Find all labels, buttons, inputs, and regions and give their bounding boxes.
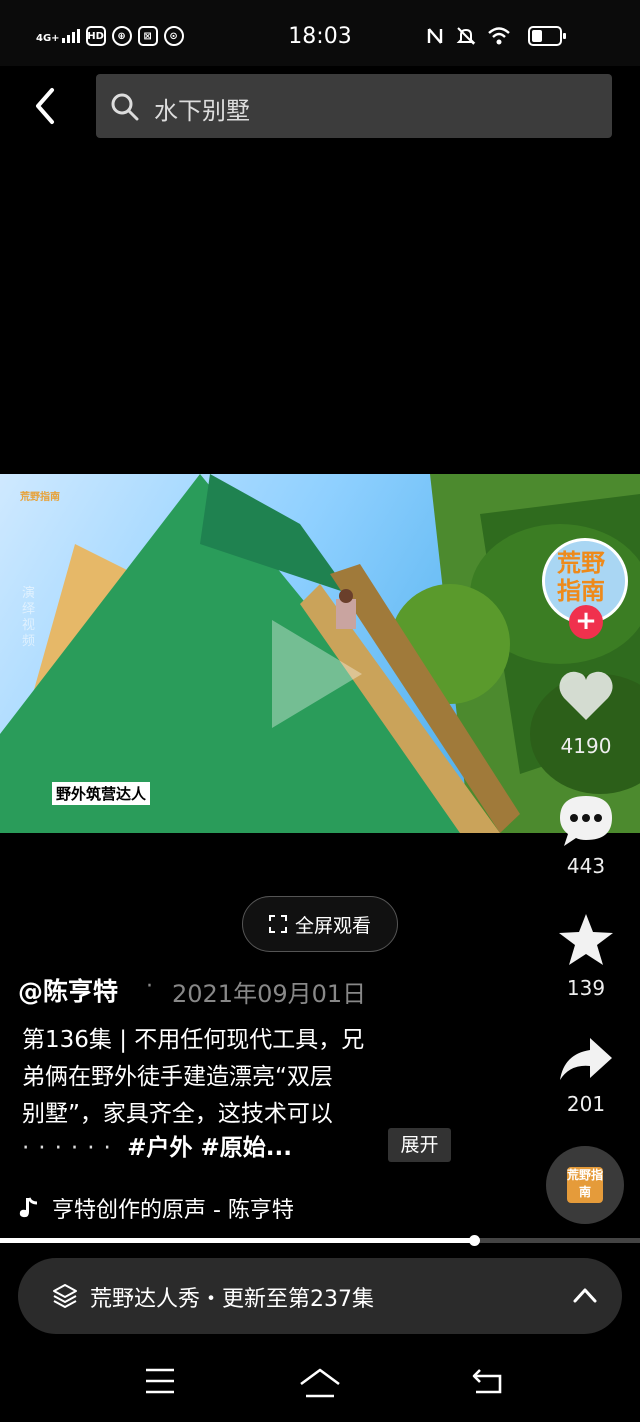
fullscreen-label: 全屏观看: [294, 914, 371, 937]
music-row[interactable]: 亨特创作的原声 - 陈亨特: [18, 1192, 294, 1224]
nfc-icon: [427, 28, 443, 44]
description-line: 弟俩在野外徒手建造漂亮“双层: [22, 1064, 333, 1090]
description-dots: ······: [22, 1135, 120, 1161]
menu-icon[interactable]: [144, 1366, 176, 1396]
search-header: 水下别墅: [0, 66, 640, 150]
status-bar: 4G+ HD ⊕ ⊠ ⊙ 18:03: [0, 0, 640, 66]
fullscreen-icon: [268, 915, 287, 933]
like-count: 4190: [560, 734, 612, 758]
chevron-left-icon[interactable]: [24, 80, 68, 132]
system-nav-bar: [0, 1344, 640, 1422]
layers-icon: [53, 1284, 77, 1308]
music-disc[interactable]: 荒野指南: [546, 1146, 624, 1224]
home-icon[interactable]: [298, 1366, 342, 1400]
expand-button[interactable]: 展开: [388, 1128, 451, 1162]
disc-cover-text: 荒野指南: [567, 1167, 603, 1203]
description-tail: ······ #户外 #原始...: [22, 1130, 292, 1167]
vertical-overlay-text: 演绎视频: [22, 586, 36, 649]
comment-count: 443: [566, 854, 606, 878]
wifi-icon: [488, 27, 510, 45]
like-heart-icon[interactable]: [556, 668, 616, 724]
search-query-text: 水下别墅: [154, 97, 250, 125]
hashtag-links[interactable]: #户外 #原始...: [127, 1135, 292, 1161]
chevron-up-icon[interactable]: [572, 1286, 598, 1304]
fullscreen-button[interactable]: 全屏观看: [242, 896, 398, 952]
tiktok-note-icon: [19, 1197, 38, 1218]
play-icon[interactable]: [272, 620, 362, 728]
author-name-link[interactable]: @陈亨特: [18, 972, 118, 1008]
watermark-logo: 荒野指南: [20, 492, 60, 503]
share-arrow-icon[interactable]: [556, 1034, 616, 1086]
battery-icon: [528, 26, 566, 46]
status-right-icons: [426, 26, 510, 46]
search-icon: [111, 93, 139, 121]
comment-icon[interactable]: [556, 792, 616, 848]
description-line: 别墅”，家具齐全，这技术可以: [22, 1101, 333, 1127]
progress-knob[interactable]: [468, 1235, 480, 1246]
video-caption-tag: 野外筑营达人: [52, 782, 151, 805]
mute-icon: [456, 27, 476, 45]
post-description: 第136集 | 不用任何现代工具，兄 弟俩在野外徒手建造漂亮“双层 别墅”，家具…: [22, 1022, 422, 1133]
series-title: 荒野达人秀・更新至第237集: [90, 1287, 374, 1312]
follow-button[interactable]: +: [569, 605, 603, 639]
progress-fill: [0, 1238, 474, 1243]
description-line: 第136集 | 不用任何现代工具，兄: [22, 1027, 365, 1053]
music-title: 亨特创作的原声 - 陈亨特: [52, 1198, 294, 1223]
avatar-logo-text: 荒野指南: [557, 549, 605, 605]
share-count: 201: [566, 1092, 606, 1116]
post-date: 2021年09月01日: [172, 980, 367, 1008]
video-player[interactable]: 荒野指南 演绎视频 野外筑营达人: [0, 474, 640, 833]
separator-dot: ·: [146, 974, 153, 999]
search-input[interactable]: 水下别墅: [96, 74, 612, 138]
favorite-count: 139: [566, 976, 606, 1000]
playback-progress-bar[interactable]: [0, 1235, 640, 1246]
series-collection-bar[interactable]: 荒野达人秀・更新至第237集: [18, 1258, 622, 1334]
star-icon[interactable]: [556, 912, 616, 968]
back-icon[interactable]: [470, 1366, 506, 1396]
